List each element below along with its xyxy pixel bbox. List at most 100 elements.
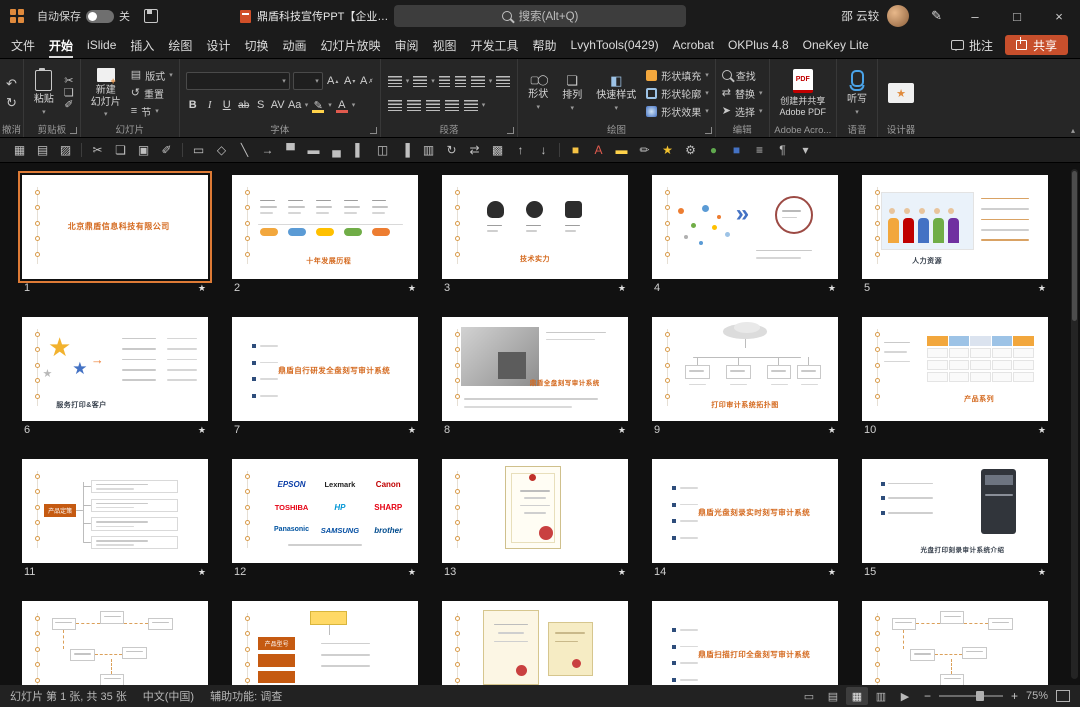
copy-icon[interactable]: ❏ [64, 87, 74, 99]
text-direction-icon[interactable] [496, 75, 511, 87]
bring-forward-icon[interactable]: ↑ [509, 144, 532, 156]
clear-formatting-button[interactable]: A ✗ [360, 73, 374, 89]
zoom-level[interactable]: 75% [1026, 690, 1048, 702]
repeat-icon[interactable]: ↻ [6, 96, 17, 109]
line-spacing-icon[interactable] [470, 75, 485, 87]
character-spacing-button[interactable]: AV [271, 97, 285, 113]
insert-chart-icon[interactable]: ■ [725, 144, 748, 156]
copy-icon[interactable]: ❏ [109, 144, 132, 156]
slide-thumbnail-11[interactable]: 产品定策 [22, 459, 208, 563]
slide-thumbnail-2[interactable]: 十年发展历程 [232, 175, 418, 279]
table-icon[interactable]: ▦ [8, 144, 31, 156]
cut-icon[interactable]: ✂ [64, 75, 74, 87]
bullet-list-icon[interactable]: ≡ [748, 144, 771, 156]
create-pdf-button[interactable]: PDF 创建并共享 Adobe PDF [776, 65, 831, 121]
tab-视图[interactable]: 视图 [426, 32, 464, 58]
tab-LvyhTools(0429)[interactable]: LvyhTools(0429) [564, 32, 666, 58]
eyedropper-icon[interactable]: ✏ [633, 144, 656, 156]
theme-icon[interactable]: ▨ [54, 144, 77, 156]
tab-OneKey Lite[interactable]: OneKey Lite [796, 32, 876, 58]
font-size-select[interactable]: ▾ [292, 72, 323, 90]
dialog-launcher-icon[interactable] [704, 127, 712, 134]
tab-iSlide[interactable]: iSlide [80, 32, 123, 58]
zoom-out-button[interactable]: − [924, 689, 931, 703]
slide-thumbnail-15[interactable]: 光盘打印刻录审计系统介绍 [862, 459, 1048, 563]
paragraph-mark-icon[interactable]: ¶ [771, 144, 794, 156]
dialog-launcher-icon[interactable] [69, 127, 77, 134]
language-indicator[interactable]: 中文(中国) [143, 688, 194, 704]
ink-pen-icon[interactable]: ✎ [931, 8, 942, 24]
align-bottom-icon[interactable]: ▄ [325, 144, 348, 156]
tab-文件[interactable]: 文件 [4, 32, 42, 58]
tab-绘图[interactable]: 绘图 [161, 32, 199, 58]
animation-dot-icon[interactable]: ● [702, 144, 725, 156]
slide-thumbnail-13[interactable] [442, 459, 628, 563]
font-color-button[interactable]: A [335, 97, 349, 113]
increase-font-button[interactable]: A ▴ [326, 73, 340, 89]
close-button[interactable]: × [1038, 0, 1080, 32]
quick-styles-button[interactable]: ◧ 快速样式 ▾ [592, 65, 640, 121]
slide-thumbnail-19[interactable]: 鼎盾扫描打印全盘刻写审计系统 [652, 601, 838, 685]
share-button[interactable]: 共享 [1004, 35, 1068, 55]
align-left-icon[interactable]: ▌ [348, 144, 371, 156]
align-center-icon[interactable]: ◫ [371, 144, 394, 156]
slide-thumbnail-6[interactable]: ★ ★ ★ → 服务打印&客户 [22, 317, 208, 421]
increase-indent-icon[interactable] [454, 75, 466, 87]
more-commands-icon[interactable]: ▾ [794, 144, 817, 156]
tab-帮助[interactable]: 帮助 [526, 32, 564, 58]
decrease-font-button[interactable]: A ▾ [343, 73, 357, 89]
zoom-slider[interactable] [938, 691, 1003, 701]
slide-sorter-view-button[interactable]: ▦ [845, 687, 868, 705]
layout-button[interactable]: ▤ 版式 ▾ [131, 67, 173, 84]
dialog-launcher-icon[interactable] [369, 127, 377, 134]
slide-thumbnail-17[interactable]: 产品型号 [232, 601, 418, 685]
find-button[interactable]: 查找 [721, 67, 763, 84]
decrease-indent-icon[interactable] [438, 75, 450, 87]
slide-thumbnail-12[interactable]: EPSON Lexmark Canon TOSHIBA HP SHARP Panasonic… [232, 459, 418, 563]
document-title[interactable]: 鼎盾科技宣传PPT【企业版】V... ▾ [240, 8, 399, 24]
bold-button[interactable]: B [186, 97, 200, 113]
slideshow-button[interactable]: ▶ [894, 687, 916, 705]
tab-设计[interactable]: 设计 [199, 32, 237, 58]
maximize-button[interactable]: □ [996, 0, 1038, 32]
align-left-icon[interactable] [387, 99, 402, 111]
shapes-button[interactable]: ▢◯ 形状 ▾ [524, 65, 552, 121]
columns-icon[interactable] [463, 99, 478, 111]
bullets-icon[interactable] [387, 75, 402, 87]
slide-thumbnail-8[interactable]: 鼎盾全盘刻写审计系统 [442, 317, 628, 421]
collapse-ribbon-icon[interactable]: ▴ [1071, 126, 1075, 135]
slide-layout-icon[interactable]: ▤ [31, 144, 54, 156]
zoom-in-button[interactable]: + [1011, 689, 1018, 703]
tab-切换[interactable]: 切换 [237, 32, 275, 58]
notes-button[interactable]: ▭ [798, 687, 820, 705]
font-color-icon[interactable]: A [587, 144, 610, 156]
send-backward-icon[interactable]: ↓ [532, 144, 555, 156]
slide-thumbnail-1[interactable]: 北京鼎盾信息科技有限公司 [18, 171, 212, 283]
fit-slide-button[interactable] [1056, 690, 1070, 702]
align-middle-icon[interactable]: ▬ [302, 144, 325, 156]
format-painter-icon[interactable]: ✐ [155, 144, 178, 156]
paste-icon[interactable]: ▣ [132, 144, 155, 156]
format-painter-icon[interactable]: ✐ [64, 99, 74, 111]
arrange-button[interactable]: ❏ 排列 ▾ [558, 65, 586, 121]
text-box-icon[interactable]: ▭ [187, 144, 210, 156]
minimize-button[interactable]: – [954, 0, 996, 32]
arrow-icon[interactable]: → [256, 144, 279, 156]
tab-动画[interactable]: 动画 [275, 32, 313, 58]
change-case-button[interactable]: Aa [288, 97, 302, 113]
tab-审阅[interactable]: 审阅 [387, 32, 425, 58]
underline-button[interactable]: U [220, 97, 234, 113]
slide-thumbnail-14[interactable]: 鼎盾光盘刻录实时刻写审计系统 [652, 459, 838, 563]
numbering-icon[interactable] [413, 75, 428, 87]
slide-thumbnail-16[interactable] [22, 601, 208, 685]
settings-icon[interactable]: ⚙ [679, 144, 702, 156]
shape-effects-button[interactable]: 形状效果 ▾ [646, 103, 709, 120]
designer-button[interactable]: ★ [884, 65, 918, 121]
replace-button[interactable]: ⇄ 替换 ▾ [722, 85, 763, 102]
slide-thumbnail-9[interactable]: 打印审计系统拓扑图 [652, 317, 838, 421]
autosave-toggle[interactable]: 自动保存 关 [37, 8, 130, 24]
slide-thumbnail-3[interactable]: 技术实力 [442, 175, 628, 279]
cut-icon[interactable]: ✂ [86, 144, 109, 156]
new-slide-button[interactable]: 新建 幻灯片 ▾ [87, 65, 125, 121]
text-shadow-button[interactable]: S [254, 97, 268, 113]
